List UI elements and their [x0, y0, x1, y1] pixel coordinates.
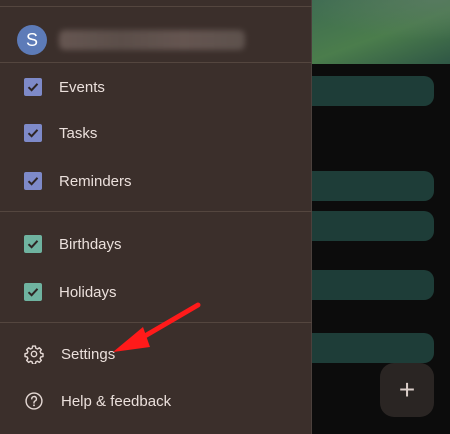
calendar-item-birthdays[interactable]: Birthdays [24, 230, 122, 258]
calendar-item-label: Holidays [59, 283, 117, 301]
checkbox-checked-icon[interactable] [24, 235, 42, 253]
calendar-item-label: Reminders [59, 172, 132, 190]
calendar-item-tasks[interactable]: Tasks [24, 119, 97, 147]
divider [0, 62, 312, 63]
calendar-item-label: Tasks [59, 124, 98, 142]
event-chip[interactable] [300, 211, 434, 241]
checkbox-checked-icon[interactable] [24, 78, 42, 96]
divider [0, 211, 312, 212]
event-chip[interactable] [300, 333, 434, 363]
settings-menu-item[interactable]: Settings [24, 340, 115, 368]
divider [0, 6, 312, 7]
event-chip[interactable] [300, 270, 434, 300]
help-feedback-menu-item[interactable]: Help & feedback [24, 387, 171, 415]
settings-label: Settings [61, 345, 116, 363]
help-circle-icon [24, 391, 44, 411]
calendar-item-label: Birthdays [59, 235, 122, 253]
event-chip[interactable] [300, 76, 434, 106]
create-event-fab[interactable]: + [380, 363, 434, 417]
calendar-item-reminders[interactable]: Reminders [24, 167, 132, 195]
checkbox-checked-icon[interactable] [24, 283, 42, 301]
divider [0, 322, 312, 323]
avatar[interactable]: S [17, 25, 47, 55]
checkbox-checked-icon[interactable] [24, 124, 42, 142]
gear-icon [24, 344, 44, 364]
help-feedback-label: Help & feedback [61, 392, 172, 410]
calendar-item-events[interactable]: Events [24, 73, 105, 101]
checkbox-checked-icon[interactable] [24, 172, 42, 190]
navigation-drawer: S Events Tasks Reminders Birthdays Holid… [0, 0, 312, 434]
calendar-item-holidays[interactable]: Holidays [24, 278, 117, 306]
plus-icon: + [398, 374, 416, 405]
banner-landscape [300, 0, 450, 40]
account-email-redacted [59, 30, 245, 50]
calendar-item-label: Events [59, 78, 105, 96]
event-chip[interactable] [300, 171, 434, 201]
account-row[interactable]: S [17, 24, 245, 56]
